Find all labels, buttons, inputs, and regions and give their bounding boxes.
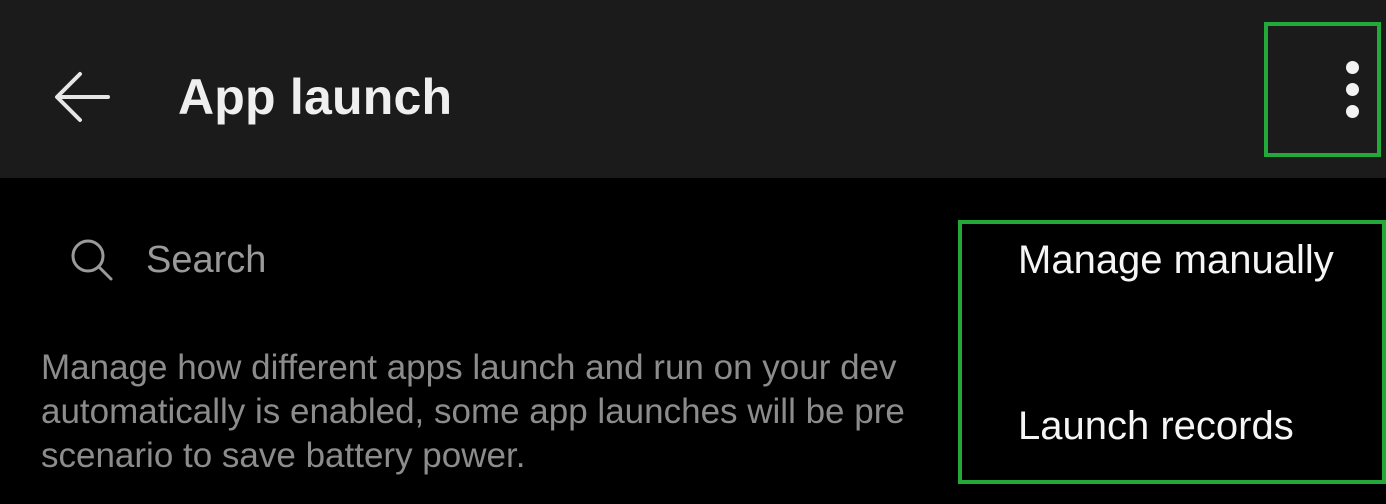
menu-item-manage-manually[interactable]: Manage manually: [1018, 232, 1334, 288]
back-button[interactable]: [36, 54, 128, 140]
more-vertical-icon: [1346, 61, 1359, 118]
search-bar[interactable]: [58, 222, 958, 298]
app-bar: App launch: [0, 0, 1386, 178]
page-title: App launch: [178, 69, 453, 125]
search-icon: [68, 236, 116, 284]
search-input[interactable]: [146, 238, 846, 282]
menu-item-launch-records[interactable]: Launch records: [1018, 398, 1294, 454]
arrow-left-icon: [55, 72, 110, 122]
more-options-button[interactable]: [1264, 22, 1381, 157]
overflow-menu: Manage manually Launch records: [958, 220, 1386, 484]
app-launch-screen: App launch Manage how different apps lau…: [0, 0, 1386, 504]
